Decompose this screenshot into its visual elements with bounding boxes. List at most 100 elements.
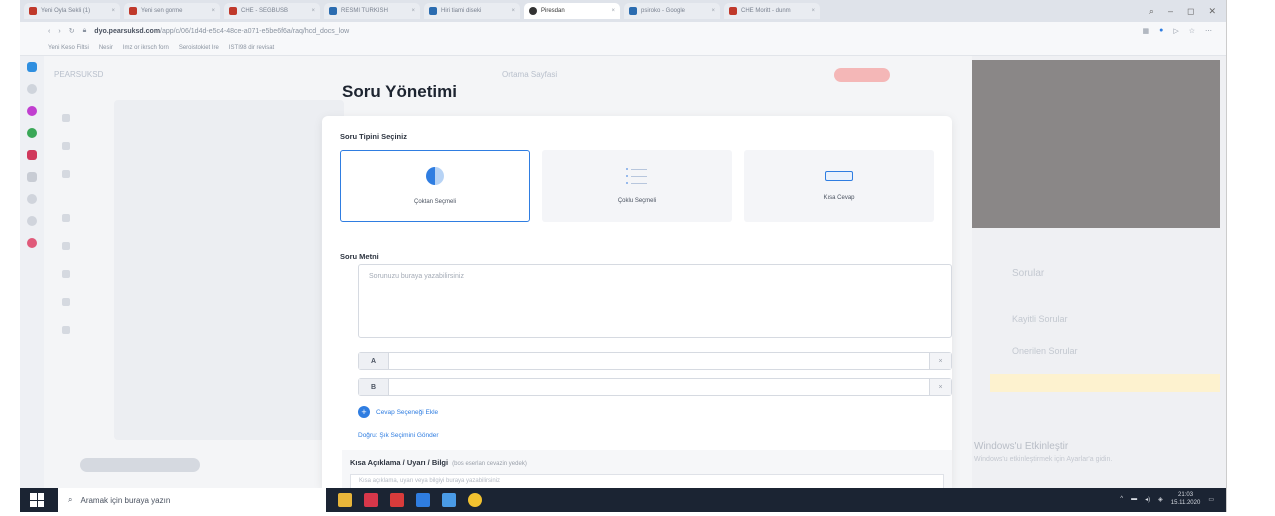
file-explorer-icon[interactable]: [338, 493, 352, 507]
sidebar-app-icon[interactable]: [27, 150, 37, 160]
windows-start-icon[interactable]: [30, 493, 44, 507]
search-tabs-icon[interactable]: ⌕: [1149, 6, 1154, 17]
browser-tab[interactable]: RESMI TURKISH ×: [324, 3, 420, 19]
network-icon[interactable]: ▬: [1131, 496, 1137, 502]
clock[interactable]: 21:03 15.11.2020: [1171, 491, 1201, 507]
tab-label: Piresdan: [541, 8, 565, 14]
app-icon[interactable]: [442, 493, 456, 507]
tab-favicon-icon: [329, 7, 337, 15]
chrome-icon[interactable]: [468, 493, 482, 507]
pdf-reader-icon[interactable]: [390, 493, 404, 507]
close-icon[interactable]: ×: [611, 8, 615, 14]
right-panel: Sorular Kayitli Sorular Onerilen Sorular…: [972, 56, 1226, 488]
forward-icon[interactable]: ›: [58, 28, 60, 35]
sidebar-app-icon[interactable]: [27, 194, 37, 204]
browser-tab[interactable]: psiroko - Google ×: [624, 3, 720, 19]
bookmark-item[interactable]: Seroistokiet Ire: [179, 45, 219, 51]
browser-tab-active[interactable]: Piresdan ×: [524, 3, 620, 19]
taskbar-search[interactable]: ⌕ Aramak için buraya yazın: [58, 488, 326, 512]
info-banner: [990, 374, 1220, 392]
close-icon[interactable]: ✕: [1208, 6, 1216, 17]
windows-taskbar: ⌕ Aramak için buraya yazın ^ ▬ ◂) ◈ 21:0…: [20, 488, 1226, 512]
note-input[interactable]: Kısa açıklama, uyarı veya bilgiyi buraya…: [350, 474, 944, 488]
close-icon[interactable]: ×: [211, 8, 215, 14]
suggested-questions-link[interactable]: Onerilen Sorular: [1012, 346, 1078, 356]
close-icon[interactable]: ×: [311, 8, 315, 14]
bookmark-item[interactable]: Yeni Keso Filtsi: [48, 45, 89, 51]
minimize-icon[interactable]: –: [1168, 6, 1173, 17]
sidebar-play-icon[interactable]: [27, 172, 37, 182]
questions-section-title: Sorular: [1012, 268, 1045, 279]
close-icon[interactable]: ×: [111, 8, 115, 14]
chevron-up-icon[interactable]: ^: [1120, 496, 1123, 502]
sidebar-app-icon[interactable]: [27, 106, 37, 116]
sidebar-app-icon[interactable]: [27, 216, 37, 226]
text-field-icon: [825, 171, 853, 181]
bookmark-item[interactable]: Nesir: [99, 45, 113, 51]
close-icon[interactable]: ×: [711, 8, 715, 14]
tab-label: Hiri tiami diseki: [441, 8, 482, 14]
tab-favicon-icon: [529, 7, 537, 15]
app-side-icon: [62, 326, 70, 334]
add-option-button[interactable]: + Cevap Seçeneği Ekle: [358, 406, 438, 418]
browser-tab[interactable]: Yeni Oyla Sekli (1) ×: [24, 3, 120, 19]
add-option-label: Cevap Seçeneği Ekle: [376, 408, 439, 416]
close-icon[interactable]: ×: [511, 8, 515, 14]
note-label: Kısa Açıklama / Uyarı / Bilgi (bos eserla…: [350, 458, 527, 467]
question-textarea[interactable]: Sorunuzu buraya yazabilirsiniz: [358, 264, 952, 338]
saved-questions-link[interactable]: Kayitli Sorular: [1012, 314, 1068, 324]
tab-label: Yeni Oyla Sekli (1): [41, 8, 91, 14]
notification-icon[interactable]: ▭: [1208, 496, 1214, 503]
type-short-answer[interactable]: Kısa Cevap: [744, 150, 934, 222]
back-icon[interactable]: ‹: [48, 28, 50, 35]
tab-favicon-icon: [29, 7, 37, 15]
clock-date: 15.11.2020: [1170, 500, 1201, 506]
favorites-icon[interactable]: ☆: [1189, 27, 1195, 35]
bookmarks-bar: Yeni Keso Filtsi Nesir Imz or ikrsch for…: [20, 40, 1226, 56]
type-label: Çoklu Seçmeli: [617, 198, 657, 204]
bookmark-item[interactable]: ISTI98 dir revisat: [229, 45, 274, 51]
url-field[interactable]: dyo.pearsuksd.com/app/c/06/1d4d-e5c4-48c…: [94, 28, 349, 35]
tab-favicon-icon: [629, 7, 637, 15]
question-text-label: Soru Metni: [340, 252, 379, 261]
option-input[interactable]: [389, 379, 929, 395]
plus-icon: +: [358, 406, 370, 418]
taskbar-apps: [338, 493, 482, 507]
sidebar-search-icon[interactable]: [27, 84, 37, 94]
delete-option-icon[interactable]: ×: [929, 379, 951, 395]
browser-tab[interactable]: Yeni sen gorme ×: [124, 3, 220, 19]
browser-tab[interactable]: CHE Moritt - dunm ×: [724, 3, 820, 19]
close-icon[interactable]: ×: [411, 8, 415, 14]
extension-icon[interactable]: ▦: [1142, 27, 1149, 35]
type-multiple-choice[interactable]: Çoklu Seçmeli: [542, 150, 732, 222]
sidebar-app-icon[interactable]: [27, 128, 37, 138]
app-icon[interactable]: [364, 493, 378, 507]
maximize-icon[interactable]: ◻: [1187, 6, 1194, 17]
sidebar-app-icon[interactable]: [27, 238, 37, 248]
type-single-choice[interactable]: Çoktan Seçmeli: [340, 150, 530, 222]
bookmark-item[interactable]: Imz or ikrsch forn: [123, 45, 169, 51]
volume-icon[interactable]: ◂): [1145, 496, 1150, 503]
video-preview: [972, 60, 1220, 228]
lock-icon: 🔒︎: [82, 27, 87, 34]
split-view-icon[interactable]: ▷: [1173, 27, 1178, 35]
delete-option-icon[interactable]: ×: [929, 353, 951, 369]
clock-time: 21:03: [1178, 492, 1194, 498]
profile-icon[interactable]: ●: [1159, 27, 1163, 35]
mail-icon[interactable]: [416, 493, 430, 507]
search-icon: ⌕: [68, 495, 73, 504]
question-management-modal: Soru Tipini Seçiniz Çoktan Seçmeli Çoklu…: [322, 116, 952, 488]
sidebar-app-icon[interactable]: [27, 62, 37, 72]
switch-type-link[interactable]: Doğru: Şık Seçimini Gönder: [358, 432, 439, 439]
desktop-screen: Yeni Oyla Sekli (1) × Yeni sen gorme × CHE…: [20, 0, 1227, 512]
browser-tab[interactable]: Hiri tiami diseki ×: [424, 3, 520, 19]
tab-label: CHE Moritt - dunm: [741, 8, 791, 14]
note-hint: (bos eserlan cevazin yedek): [452, 461, 527, 467]
reload-icon[interactable]: ↻: [69, 27, 75, 35]
option-input[interactable]: [389, 353, 929, 369]
browser-tab[interactable]: CHE - SEGBUSB ×: [224, 3, 320, 19]
language-icon[interactable]: ◈: [1158, 496, 1163, 503]
menu-icon[interactable]: ⋯: [1205, 27, 1212, 35]
tab-label: RESMI TURKISH: [341, 8, 388, 14]
close-icon[interactable]: ×: [811, 8, 815, 14]
